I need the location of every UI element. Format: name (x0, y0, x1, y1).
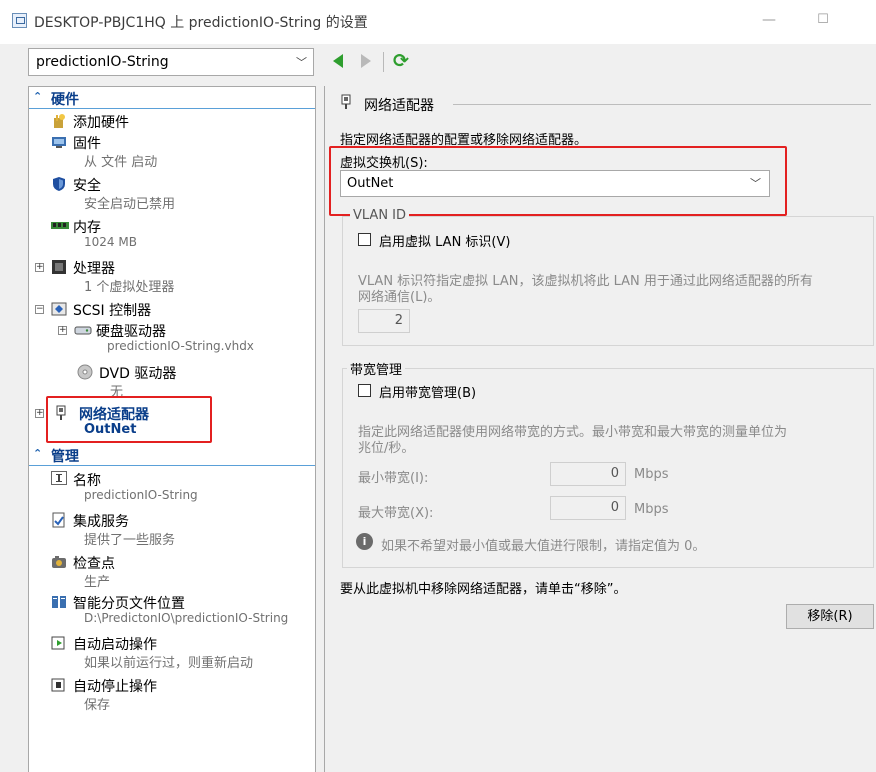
expand-processor-toggle[interactable]: + (35, 263, 44, 272)
name-field-icon (51, 471, 67, 485)
title-bar: DESKTOP-PBJC1HQ 上 predictionIO-String 的设… (0, 0, 876, 44)
collapse-chevron-icon: ⌃ (33, 90, 43, 103)
expand-hard-drive-toggle[interactable]: + (58, 326, 67, 335)
window-title: DESKTOP-PBJC1HQ 上 predictionIO-String 的设… (34, 15, 368, 31)
max-bandwidth-unit: Mbps (634, 502, 669, 517)
dvd-disc-icon (77, 364, 93, 380)
min-bandwidth-label: 最小带宽(I): (358, 471, 429, 486)
integration-services-icon (51, 512, 67, 528)
bandwidth-info-text: 如果不希望对最小值或最大值进行限制，请指定值为 0。 (381, 539, 706, 554)
settings-window-icon (12, 13, 27, 28)
min-bandwidth-input[interactable]: 0 (550, 462, 626, 486)
vlan-id-input[interactable]: 2 (358, 309, 410, 333)
bandwidth-description-line1: 指定此网络适配器使用网络带宽的方式。最小带宽和最大带宽的测量单位为 (358, 425, 788, 440)
bandwidth-group-title: 带宽管理 (347, 359, 406, 378)
vm-selector-dropdown[interactable]: predictionIO-String ﹀ (28, 48, 314, 76)
info-icon: i (356, 533, 373, 550)
max-bandwidth-label: 最大带宽(X): (358, 506, 434, 521)
scsi-controller-icon (51, 301, 67, 316)
back-arrow-icon[interactable] (333, 54, 343, 68)
add-hardware-icon (51, 113, 67, 128)
auto-stop-icon (51, 677, 67, 692)
enable-bandwidth-label: 启用带宽管理(B) (379, 386, 477, 401)
remove-hint-text: 要从此虚拟机中移除网络适配器，请单击“移除”。 (340, 582, 627, 597)
smart-paging-icon (51, 594, 67, 608)
refresh-icon[interactable]: ⟳ (390, 50, 412, 72)
firmware-icon (51, 134, 67, 148)
enable-bandwidth-checkbox[interactable] (358, 384, 371, 397)
processor-icon (51, 259, 67, 274)
expand-network-adapter-toggle[interactable]: + (35, 409, 44, 418)
shield-icon (51, 176, 67, 191)
checkpoint-camera-icon (51, 554, 67, 568)
detail-section-title: 网络适配器 (364, 98, 434, 114)
vlan-group-title: VLAN ID (350, 208, 410, 223)
remove-button[interactable]: 移除(R) (786, 604, 874, 629)
enable-vlan-checkbox[interactable] (358, 233, 371, 246)
management-section-header[interactable]: ⌃ 管理 (29, 446, 315, 466)
vm-selector-value: predictionIO-String (36, 54, 169, 70)
collapse-scsi-toggle[interactable]: − (35, 305, 44, 314)
annotation-highlight-box (46, 396, 212, 443)
chevron-down-icon: ﹀ (296, 56, 307, 69)
toolbar-divider (383, 52, 384, 72)
annotation-highlight-box (329, 146, 787, 216)
bandwidth-description-line2: 兆位/秒。 (358, 441, 415, 456)
network-adapter-header-icon (340, 94, 352, 114)
minimize-button[interactable]: — (758, 12, 780, 30)
hardware-section-header[interactable]: ⌃ 硬件 (29, 89, 315, 109)
vlan-description-line2: 网络通信(L)。 (358, 290, 441, 305)
max-bandwidth-input[interactable]: 0 (550, 496, 626, 520)
auto-start-icon (51, 635, 67, 650)
memory-icon (51, 218, 69, 232)
maximize-button[interactable]: ☐ (812, 12, 834, 30)
enable-vlan-label: 启用虚拟 LAN 标识(V) (379, 235, 511, 250)
section-title-rule (453, 104, 871, 105)
min-bandwidth-unit: Mbps (634, 467, 669, 482)
hard-drive-icon (74, 322, 92, 336)
forward-arrow-icon[interactable] (361, 54, 371, 68)
collapse-chevron-icon: ⌃ (33, 447, 43, 460)
